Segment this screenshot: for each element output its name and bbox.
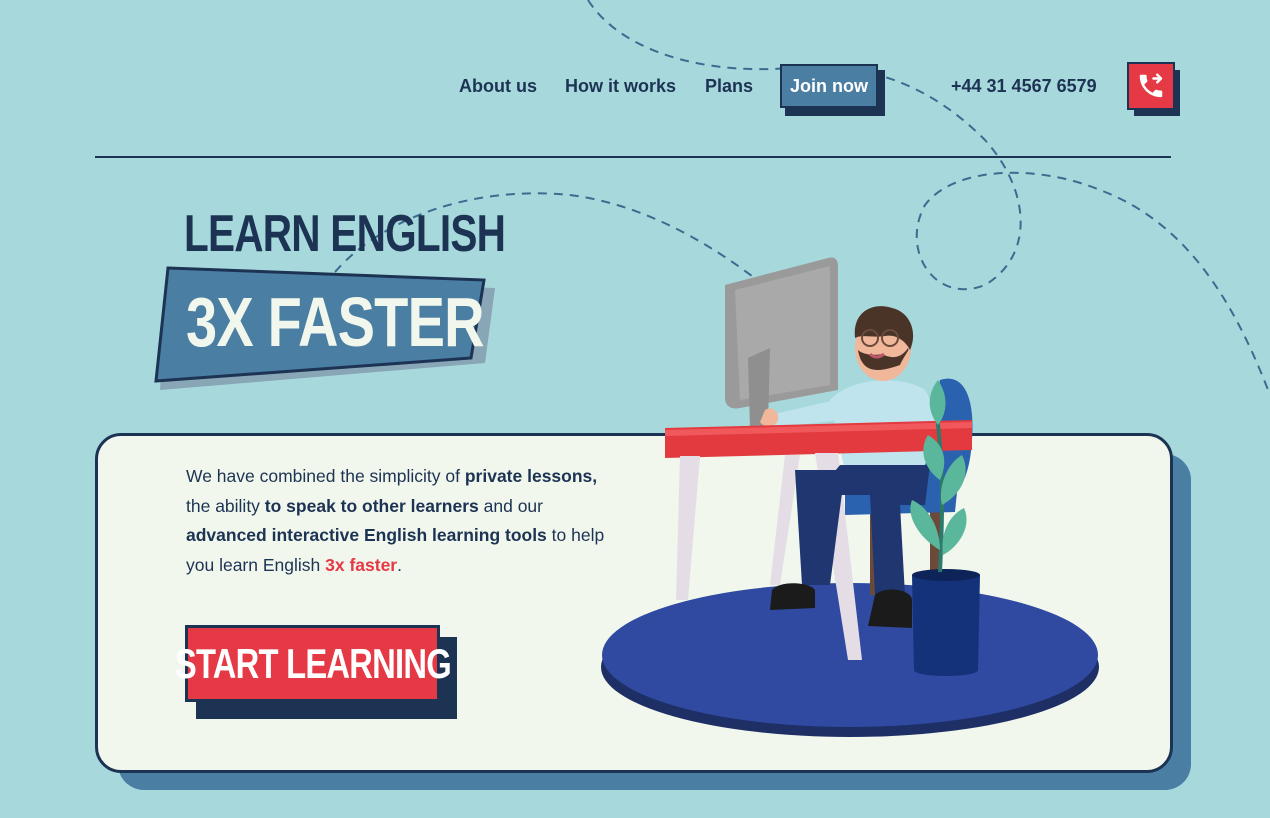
phone-forward-icon bbox=[1139, 73, 1163, 98]
nav-link-plans[interactable]: Plans bbox=[705, 76, 753, 97]
description-text: We have combined the simplicity of bbox=[186, 466, 465, 486]
hero-title-line-1: LEARN ENGLISH bbox=[184, 205, 506, 263]
hero-description: We have combined the simplicity of priva… bbox=[186, 462, 616, 580]
description-bold-learning-tools: advanced interactive English learning to… bbox=[186, 525, 547, 545]
start-learning-button[interactable]: START LEARNING bbox=[174, 625, 451, 702]
person-at-computer-illustration bbox=[601, 257, 1099, 737]
join-now-button[interactable]: Join now bbox=[780, 64, 878, 108]
phone-number[interactable]: +44 31 4567 6579 bbox=[951, 76, 1097, 97]
description-bold-speak-to-learners: to speak to other learners bbox=[264, 495, 479, 516]
nav-link-how-it-works[interactable]: How it works bbox=[565, 76, 676, 97]
start-learning-button-wrapper: START LEARNING bbox=[174, 625, 458, 720]
description-text: . bbox=[397, 554, 402, 575]
call-button[interactable] bbox=[1127, 62, 1175, 110]
description-text: and our bbox=[478, 495, 543, 516]
start-learning-label: START LEARNING bbox=[174, 639, 451, 687]
description-highlight: 3x faster bbox=[325, 554, 398, 575]
top-navigation: About us How it works Plans Join now +44… bbox=[0, 62, 1270, 116]
join-now-button-wrapper: Join now bbox=[780, 64, 886, 116]
description-bold-private-lessons: private lessons, bbox=[464, 466, 598, 486]
header-divider bbox=[95, 156, 1171, 158]
hero-title-line-2: 3X FASTER bbox=[186, 283, 485, 361]
phone-button-wrapper bbox=[1127, 62, 1181, 118]
nav-link-about-us[interactable]: About us bbox=[459, 76, 537, 97]
description-text: the ability bbox=[186, 495, 265, 516]
